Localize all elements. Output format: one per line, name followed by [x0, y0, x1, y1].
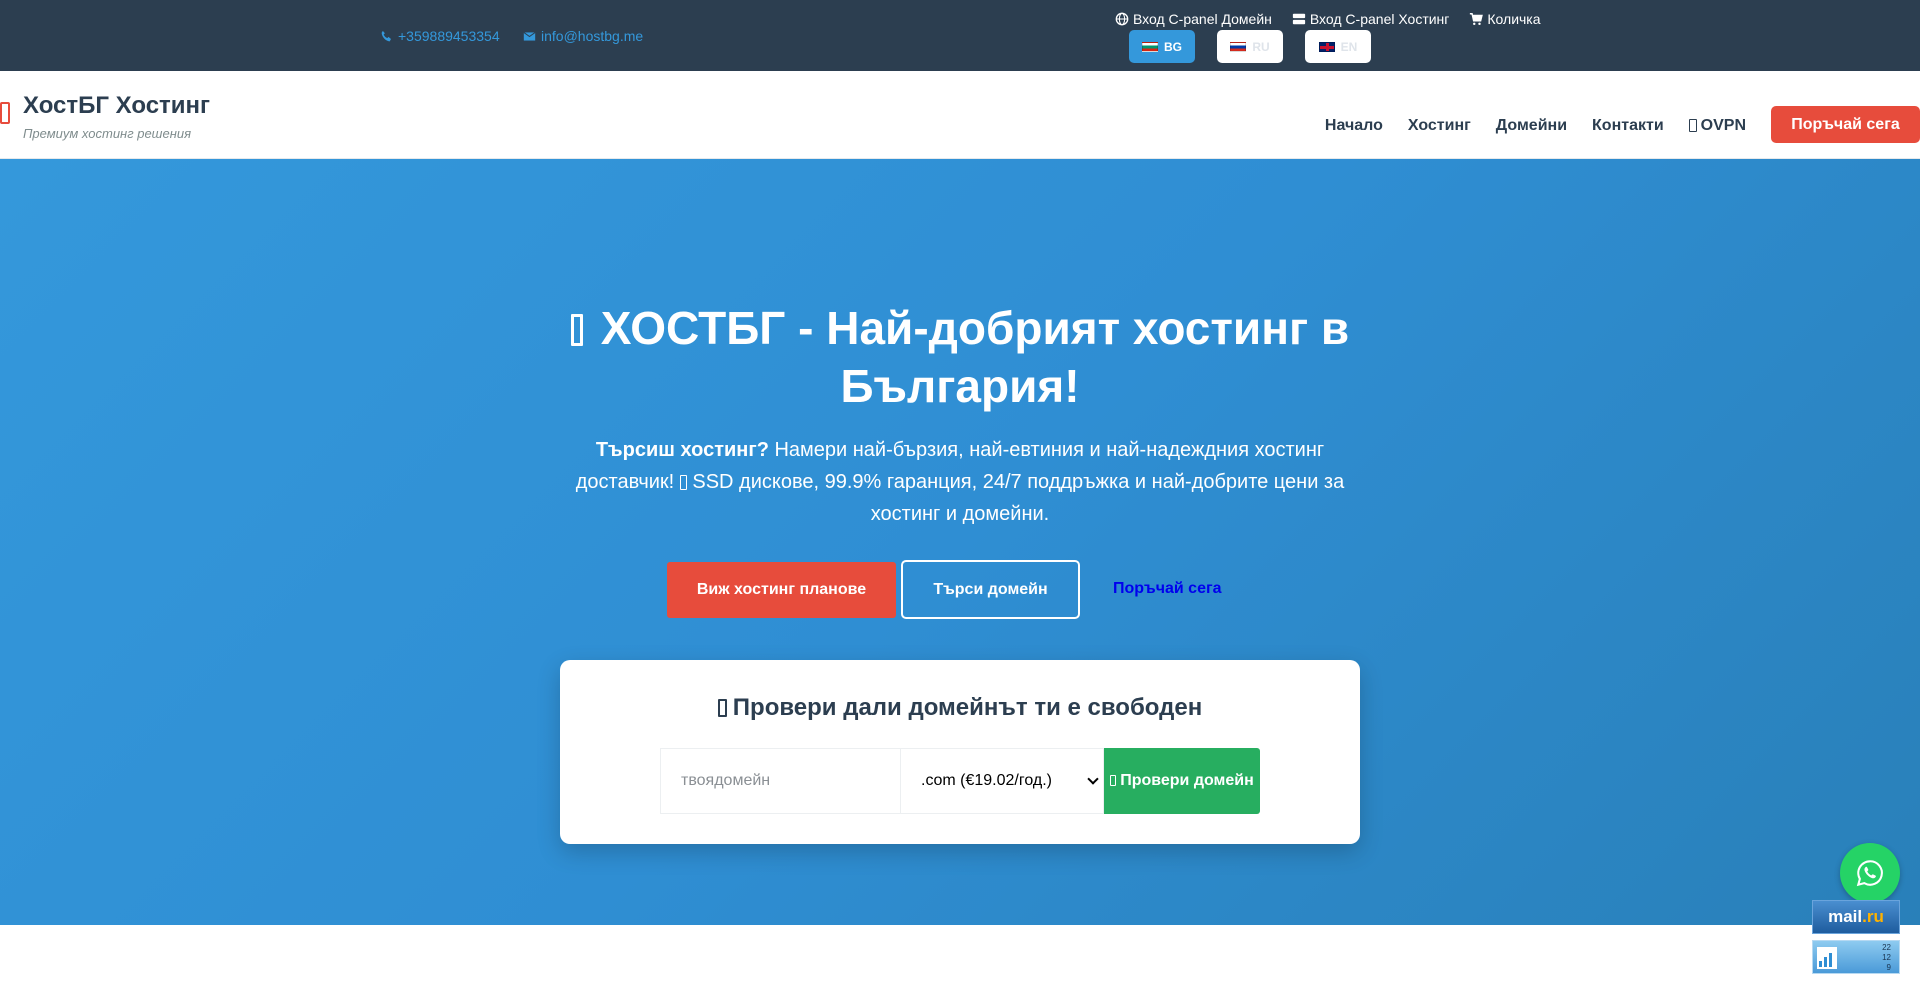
check-domain-label: Провери домейн	[1120, 772, 1254, 789]
bar-chart-icon	[1817, 947, 1837, 969]
domain-check-title-text: Провери дали домейнът ти е свободен	[732, 694, 1203, 721]
cart-link[interactable]: Количка	[1469, 11, 1541, 27]
lang-bg-button[interactable]: BG	[1129, 30, 1195, 63]
cpanel-hosting-label: Вход C-panel Хостинг	[1309, 11, 1450, 27]
mailru-label: mail	[1828, 907, 1863, 926]
nav-domains[interactable]: Домейни	[1496, 117, 1567, 135]
order-now-link[interactable]: Поръчай сега	[1113, 580, 1222, 598]
domain-input[interactable]: твоядомейн	[660, 748, 900, 814]
missing-glyph-icon	[1110, 775, 1117, 786]
hero-title-text: ХОСТБГ - Най-добрият хостинг в България!	[600, 302, 1350, 412]
cpanel-domain-link[interactable]: Вход C-panel Домейн	[1115, 11, 1272, 27]
phone-icon	[381, 30, 391, 41]
ru-flag-icon	[1230, 41, 1247, 52]
counter-value-2: 12	[1882, 953, 1891, 962]
counter-values: 22 12 9	[1882, 943, 1891, 973]
cart-label: Количка	[1487, 11, 1541, 27]
nav-hosting[interactable]: Хостинг	[1408, 117, 1471, 135]
hero-subtitle-bold: Търсиш хостинг?	[595, 439, 769, 461]
lang-en-button[interactable]: EN	[1305, 30, 1371, 63]
missing-glyph-icon	[1688, 119, 1697, 132]
missing-glyph-icon	[570, 314, 583, 346]
server-icon	[1292, 13, 1305, 25]
hero-title: ХОСТБГ - Най-добрият хостинг в България!	[460, 299, 1460, 415]
brand-name[interactable]: ХостБГ Хостинг	[23, 92, 210, 120]
nav-home[interactable]: Начало	[1325, 117, 1383, 135]
tld-select-value: .com (€19.02/год.)	[921, 772, 1052, 789]
nav-ovpn-label: OVPN	[1700, 116, 1746, 134]
globe-icon	[1115, 12, 1129, 26]
lang-ru-button[interactable]: RU	[1217, 30, 1283, 63]
counter-value-1: 22	[1882, 943, 1891, 952]
whatsapp-icon	[1856, 860, 1883, 887]
brand-tagline: Премиум хостинг решения	[23, 126, 192, 141]
nav-ovpn[interactable]: OVPN	[1688, 116, 1746, 135]
envelope-icon	[523, 31, 536, 41]
counter-value-3: 9	[1886, 963, 1891, 972]
domain-check-title: Провери дали домейнът ти е свободен	[560, 694, 1360, 722]
chevron-down-icon	[1087, 773, 1099, 785]
search-domain-button[interactable]: Търси домейн	[901, 560, 1080, 619]
hero-section: ХОСТБГ - Най-добрият хостинг в България!…	[0, 159, 1920, 925]
en-flag-icon	[1318, 41, 1335, 52]
missing-glyph-icon	[717, 699, 727, 717]
site-header: ХостБГ Хостинг Премиум хостинг решения Н…	[0, 71, 1920, 159]
mailru-suffix: .ru	[1862, 907, 1884, 926]
order-now-button[interactable]: Поръчай сега	[1771, 106, 1920, 143]
cart-icon	[1470, 13, 1484, 26]
cpanel-hosting-link[interactable]: Вход C-panel Хостинг	[1292, 11, 1450, 27]
visit-counter-badge[interactable]: 22 12 9	[1812, 940, 1900, 974]
nav-contacts[interactable]: Контакти	[1592, 117, 1664, 135]
main-nav: Начало Хостинг Домейни Контакти OVPN Пор…	[1325, 106, 1920, 144]
tld-select[interactable]: .com (€19.02/год.)	[900, 748, 1104, 814]
whatsapp-button[interactable]	[1840, 843, 1900, 903]
lang-ru-label: RU	[1252, 39, 1270, 54]
bg-flag-icon	[1142, 41, 1158, 52]
phone-link[interactable]: +359889453354	[380, 28, 500, 44]
view-plans-button[interactable]: Виж хостинг планове	[667, 562, 896, 618]
lang-en-label: EN	[1340, 39, 1358, 54]
top-bar: +359889453354 info@hostbg.me Вход C-pane…	[0, 0, 1920, 71]
logo-icon	[0, 102, 10, 124]
mailru-counter-badge[interactable]: mail .ru	[1812, 900, 1900, 934]
cpanel-domain-label: Вход C-panel Домейн	[1133, 11, 1272, 27]
email-link[interactable]: info@hostbg.me	[523, 28, 643, 44]
lang-bg-label: BG	[1164, 39, 1182, 54]
hero-subtitle: Търсиш хостинг? Намери най-бързия, най-е…	[560, 434, 1360, 530]
hero-subtitle-part2: SSD дискове, 99.9% гаранция, 24/7 поддръ…	[686, 471, 1345, 525]
check-domain-button[interactable]: Провери домейн	[1104, 748, 1260, 814]
phone-text: +359889453354	[398, 28, 500, 44]
missing-glyph-icon	[679, 475, 687, 490]
domain-check-card: Провери дали домейнът ти е свободен твоя…	[560, 660, 1360, 844]
email-text: info@hostbg.me	[541, 28, 644, 44]
